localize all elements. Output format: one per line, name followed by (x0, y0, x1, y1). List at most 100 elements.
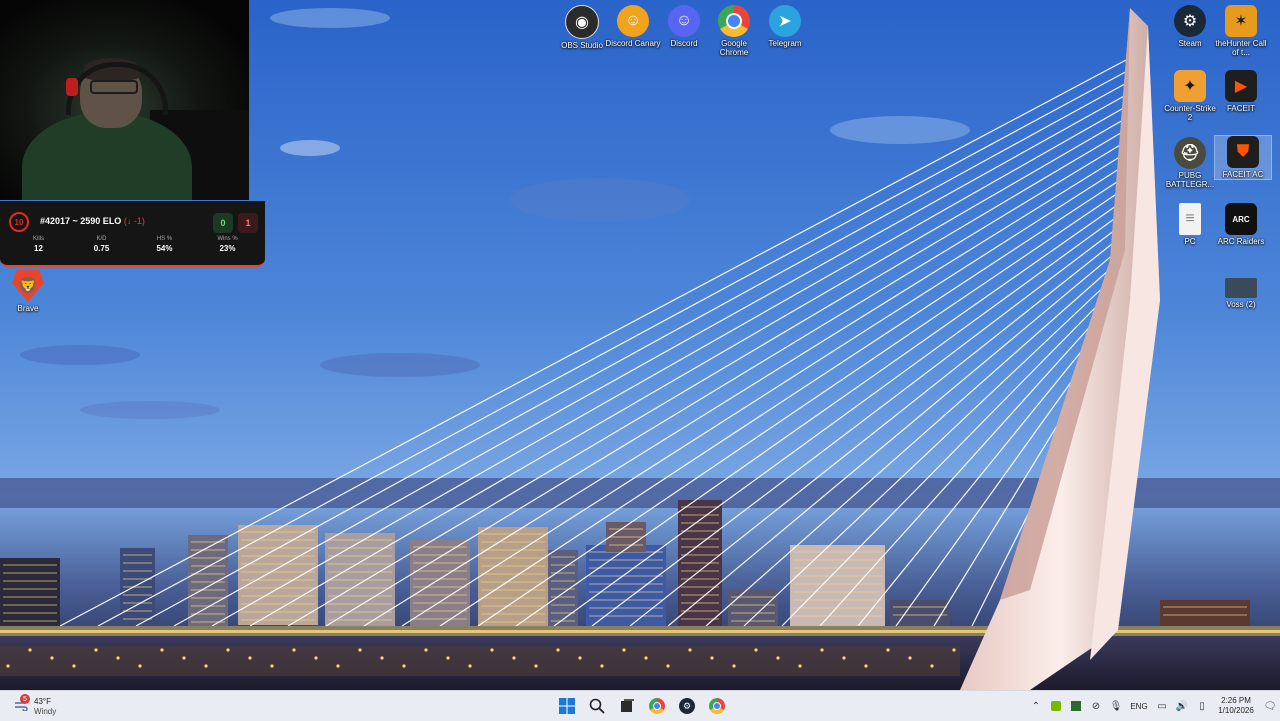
language-indicator[interactable]: ENG (1126, 702, 1152, 711)
city-light (886, 648, 890, 652)
desktop-icon-pc[interactable]: ≡ PC (1162, 203, 1218, 246)
gpu-tray-icon[interactable] (1066, 696, 1086, 716)
building-window-row (1163, 606, 1247, 608)
building-window-row (589, 615, 663, 617)
city-light (336, 664, 340, 668)
desktop-icon-arc-raiders[interactable]: ARC ARC Raiders (1213, 203, 1269, 246)
city-light (578, 656, 582, 660)
discord-canary-icon: ☺ (617, 5, 649, 37)
task-view-icon (621, 699, 634, 712)
city-light (292, 648, 296, 652)
building-window-row (681, 602, 719, 604)
weather-temp: 43°F (34, 697, 51, 706)
notification-center-icon[interactable]: 🗨 (1260, 696, 1280, 716)
desktop-icon-label: PUBG BATTLEGR... (1165, 171, 1215, 189)
city-light (644, 656, 648, 660)
city-light (226, 648, 230, 652)
city-light (94, 648, 98, 652)
desktop-icon-label: Steam (1178, 39, 1202, 48)
building-window-row (413, 554, 467, 556)
building-window-row (731, 620, 775, 622)
building-window-row (191, 557, 225, 559)
city-light (424, 648, 428, 652)
faceit-icon: ▶ (1225, 70, 1257, 102)
system-tray: ⌃ ⊘ 🎙 ENG ▭ 🔊 ▯ 2:26 PM 1/10/2026 🗨 (1026, 691, 1280, 721)
taskbar-steam[interactable]: ⚙ (675, 694, 699, 718)
desktop-icon-counter-strike[interactable]: ✦ Counter-Strike 2 (1162, 70, 1218, 122)
building-window-row (589, 559, 663, 561)
desktop-icon-discord-canary[interactable]: ☺ Discord Canary (605, 5, 661, 48)
city-light (380, 656, 384, 660)
city-light (204, 664, 208, 668)
city-light (182, 656, 186, 660)
nvidia-icon[interactable] (1046, 696, 1066, 716)
city-light (820, 648, 824, 652)
desktop-icon-label: theHunter Call of t... (1215, 39, 1267, 57)
building-window-row (123, 570, 152, 572)
city-light (468, 664, 472, 668)
taskbar-chrome[interactable] (645, 694, 669, 718)
desktop-icon-obs[interactable]: ◉ OBS Studio (554, 5, 610, 50)
desktop-icon-label: OBS Studio (561, 41, 603, 50)
desktop-icon-faceit-ac[interactable]: ⛊ FACEIT AC (1214, 135, 1272, 180)
building-window-row (609, 544, 643, 546)
volume-icon[interactable]: 🔊 (1172, 696, 1192, 716)
building-window-row (681, 522, 719, 524)
city-light (270, 664, 274, 668)
battery-icon[interactable]: ▯ (1192, 696, 1212, 716)
desktop-icon-label: PC (1184, 237, 1196, 246)
building-window-row (681, 538, 719, 540)
thehunter-icon: ✶ (1225, 5, 1257, 37)
microphone-icon[interactable]: 🎙 (1106, 696, 1126, 716)
network-icon[interactable]: ▭ (1152, 696, 1172, 716)
building-window-row (793, 551, 882, 553)
building-window-row (3, 564, 57, 566)
city-light (512, 656, 516, 660)
chrome-icon (709, 698, 725, 714)
building-window-row (241, 531, 315, 533)
city-light (864, 664, 868, 668)
building-window-row (241, 539, 315, 541)
building-window-row (413, 618, 467, 620)
city-building (790, 545, 885, 627)
desktop-icon-google-chrome[interactable]: Google Chrome (706, 5, 762, 57)
building-window-row (328, 579, 392, 581)
desktop-icon-telegram[interactable]: ➤ Telegram (757, 5, 813, 48)
weather-widget[interactable]: 5 43°F Windy (10, 694, 70, 718)
stat-value: 12 (34, 244, 43, 253)
building-window-row (609, 536, 643, 538)
desktop-icon-pubg[interactable]: ⛑ PUBG BATTLEGR... (1162, 137, 1218, 189)
tray-overflow-chevron-icon[interactable]: ⌃ (1026, 696, 1046, 716)
desktop-icon-faceit[interactable]: ▶ FACEIT (1213, 70, 1269, 113)
desktop-icon-discord[interactable]: ☺ Discord (656, 5, 712, 48)
city-light (842, 656, 846, 660)
desktop-icon-steam[interactable]: ⚙ Steam (1162, 5, 1218, 48)
city-light (248, 656, 252, 660)
taskbar-pinned-apps: ⚙ (555, 694, 729, 718)
desktop-icon-voss[interactable]: Voss (2) (1213, 270, 1269, 309)
city-light (776, 656, 780, 660)
desktop-icon-thehunter[interactable]: ✶ theHunter Call of t... (1213, 5, 1269, 57)
building-window-row (481, 573, 545, 575)
city-light (116, 656, 120, 660)
building-window-row (241, 579, 315, 581)
city-light (6, 664, 10, 668)
search-button[interactable] (585, 694, 609, 718)
building-window-row (3, 572, 57, 574)
headset-earcup (66, 78, 78, 96)
brave-icon: 🦁 (12, 270, 44, 302)
clock[interactable]: 2:26 PM 1/10/2026 (1212, 696, 1260, 716)
stat-label: K/D (96, 236, 107, 242)
start-button[interactable] (555, 694, 579, 718)
taskbar: 5 43°F Windy ⚙ ⌃ ⊘ 🎙 ENG ▭ 🔊 ▯ 2:26 PM 1… (0, 690, 1280, 721)
building-window-row (481, 549, 545, 551)
task-view-button[interactable] (615, 694, 639, 718)
building-window-row (241, 563, 315, 565)
building-window-row (413, 594, 467, 596)
building-window-row (241, 611, 315, 613)
notifications-muted-icon[interactable]: ⊘ (1086, 696, 1106, 716)
taskbar-chrome-profile[interactable] (705, 694, 729, 718)
building-window-row (123, 554, 152, 556)
desktop-icon-brave[interactable]: 🦁 Brave (0, 270, 56, 313)
building-window-row (681, 546, 719, 548)
